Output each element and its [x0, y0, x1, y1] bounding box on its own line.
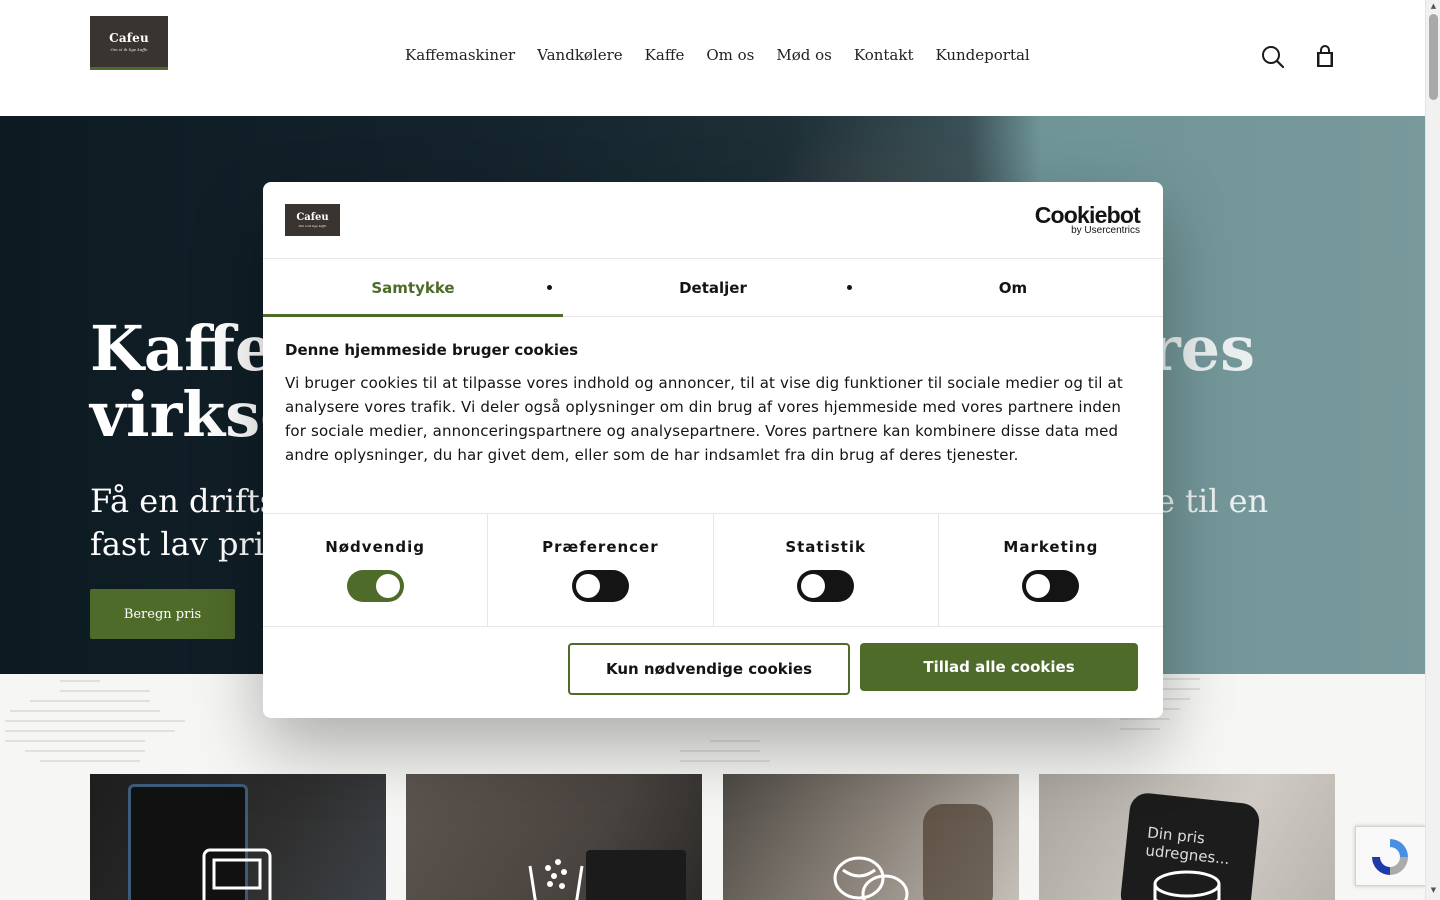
tab-detaljer[interactable]: Detaljer	[563, 259, 863, 316]
necessary-cookies-button[interactable]: Kun nødvendige cookies	[568, 643, 850, 695]
category-nodvendig: Nødvendig	[263, 514, 489, 626]
cookiebot-logo[interactable]: Cookiebot by Usercentrics	[1035, 202, 1141, 236]
toggle-knob	[801, 574, 826, 598]
category-label: Nødvendig	[325, 538, 426, 556]
scrollbar-thumb[interactable]	[1429, 14, 1438, 100]
cookie-tabs: Samtykke Detaljer Om	[263, 259, 1163, 317]
category-praeferencer: Præferencer	[488, 514, 714, 626]
cookie-categories: Nødvendig Præferencer Statistik Marketin…	[263, 514, 1163, 627]
category-label: Præferencer	[542, 538, 659, 556]
scroll-down-arrow-icon[interactable]: ▼	[1429, 886, 1438, 895]
page-scrollbar[interactable]: ▲ ▼	[1425, 0, 1440, 900]
cookie-consent-dialog: Cafeu Om vi ik lige kaffe Cookiebot by U…	[263, 182, 1163, 718]
toggle-knob	[575, 574, 600, 598]
cookie-dialog-logo: Cafeu Om vi ik lige kaffe	[285, 204, 340, 236]
tab-om[interactable]: Om	[863, 259, 1163, 316]
toggle-statistik[interactable]	[797, 570, 855, 602]
tab-separator-dot	[547, 285, 552, 290]
category-marketing: Marketing	[939, 514, 1163, 626]
cookie-logo-text: Cafeu	[296, 212, 329, 223]
tab-separator-dot	[847, 285, 852, 290]
cookie-description: Denne hjemmeside bruger cookies Vi bruge…	[263, 317, 1163, 514]
cookie-actions: Kun nødvendige cookies Tillad alle cooki…	[263, 627, 1163, 717]
cookie-overlay: Cafeu Om vi ik lige kaffe Cookiebot by U…	[0, 0, 1425, 900]
category-label: Marketing	[1003, 538, 1099, 556]
allow-all-cookies-button[interactable]: Tillad alle cookies	[860, 643, 1138, 691]
toggle-marketing[interactable]	[1022, 570, 1080, 602]
category-statistik: Statistik	[714, 514, 939, 626]
toggle-knob	[1026, 574, 1051, 598]
cookie-logo-tagline: Om vi ik lige kaffe	[298, 224, 327, 228]
scroll-up-arrow-icon[interactable]: ▲	[1429, 2, 1438, 11]
category-label: Statistik	[785, 538, 866, 556]
toggle-knob	[375, 574, 400, 598]
toggle-praeferencer[interactable]	[571, 570, 629, 602]
tab-samtykke[interactable]: Samtykke	[263, 259, 563, 317]
toggle-nodvendig[interactable]	[346, 570, 404, 602]
cookie-body-text: Vi bruger cookies til at tilpasse vores …	[285, 374, 1123, 464]
cookie-heading: Denne hjemmeside bruger cookies	[285, 341, 579, 359]
cookie-dialog-header: Cafeu Om vi ik lige kaffe Cookiebot by U…	[263, 182, 1163, 259]
